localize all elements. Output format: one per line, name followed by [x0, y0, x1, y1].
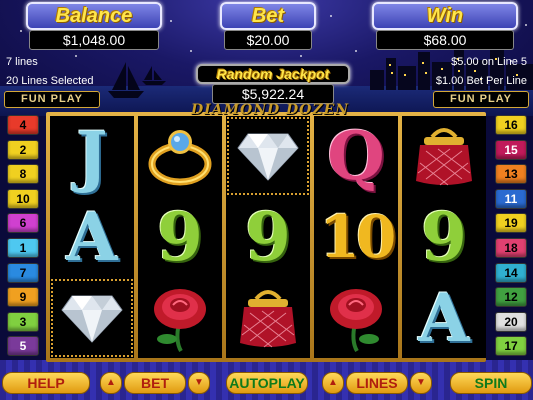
symbol-9: 9	[157, 198, 203, 276]
reel-3: 9	[226, 116, 310, 358]
fun-play-badge-right: FUN PLAY	[433, 91, 529, 108]
symbol-purse	[402, 116, 486, 196]
symbol-A: A	[418, 279, 470, 357]
line-button-11[interactable]: 11	[495, 188, 527, 209]
line-button-4[interactable]: 4	[7, 115, 39, 135]
balance-meter: Balance $1,048.00	[26, 2, 162, 50]
lines-down-button[interactable]: ▼	[410, 372, 432, 394]
control-bar: HELP ▲ BET ▼ AUTOPLAY ▲ LINES ▼ SPIN	[0, 370, 533, 400]
line-button-1[interactable]: 1	[7, 238, 39, 258]
autoplay-button[interactable]: AUTOPLAY	[226, 372, 308, 394]
jackpot-title: Random Jackpot	[196, 64, 350, 84]
line-button-9[interactable]: 9	[7, 287, 39, 308]
purse-icon	[416, 128, 472, 186]
symbol-A: A	[66, 198, 118, 276]
spin-button[interactable]: SPIN	[450, 372, 532, 394]
symbol-diamond	[50, 278, 134, 358]
line-button-10[interactable]: 10	[7, 188, 39, 209]
symbol-ring	[138, 116, 222, 196]
reel-2: 9	[138, 116, 222, 358]
line-button-14[interactable]: 14	[495, 262, 527, 283]
lines-won-text: 7 lines	[6, 56, 38, 68]
line-win-text: $5.00 on Line 5	[451, 56, 527, 68]
line-button-7[interactable]: 7	[7, 262, 39, 283]
triangle-up-icon: ▲	[328, 377, 338, 388]
balance-title: Balance	[26, 2, 162, 30]
symbol-rose	[314, 278, 398, 358]
ring-icon	[148, 130, 212, 186]
reel-4: Q 10	[314, 116, 398, 358]
bet-down-button[interactable]: ▼	[188, 372, 210, 394]
bet-per-line-text: $1.00 Bet Per Line	[435, 75, 527, 87]
rose-icon	[330, 289, 382, 353]
help-button[interactable]: HELP	[2, 372, 90, 394]
line-button-5[interactable]: 5	[7, 336, 39, 357]
symbol-Q: Q	[327, 117, 385, 195]
line-button-12[interactable]: 12	[495, 287, 527, 308]
symbol-J: J	[76, 117, 108, 195]
reel-5: 9 A	[402, 116, 486, 358]
bet-button[interactable]: BET	[124, 372, 186, 394]
win-value: $68.00	[376, 30, 514, 50]
line-button-19[interactable]: 19	[495, 213, 527, 234]
bet-up-button[interactable]: ▲	[100, 372, 122, 394]
fun-play-badge-left: FUN PLAY	[4, 91, 100, 108]
purse-icon	[240, 290, 296, 348]
rose-icon	[154, 289, 206, 353]
reel-1: J A	[50, 116, 134, 358]
jackpot-value: $5,922.24	[212, 84, 334, 104]
lines-button[interactable]: LINES	[346, 372, 408, 394]
bet-meter: Bet $20.00	[220, 2, 316, 50]
symbol-rose	[138, 278, 222, 358]
sailboat-icon	[108, 62, 166, 98]
diamond-icon	[61, 295, 123, 343]
line-button-20[interactable]: 20	[495, 311, 527, 332]
line-button-2[interactable]: 2	[7, 139, 39, 160]
symbol-purse	[226, 278, 310, 358]
win-meter: Win $68.00	[372, 2, 518, 50]
symbol-diamond	[226, 116, 310, 196]
line-button-8[interactable]: 8	[7, 164, 39, 185]
bet-title: Bet	[220, 2, 316, 30]
line-button-13[interactable]: 13	[495, 164, 527, 185]
line-button-16[interactable]: 16	[495, 115, 527, 135]
triangle-down-icon: ▼	[194, 377, 204, 388]
lines-selected-text: 20 Lines Selected	[6, 75, 94, 87]
line-button-3[interactable]: 3	[7, 311, 39, 332]
bet-value: $20.00	[224, 30, 312, 50]
line-button-18[interactable]: 18	[495, 238, 527, 258]
symbol-10: 10	[319, 203, 397, 271]
line-button-6[interactable]: 6	[7, 213, 39, 234]
symbol-9: 9	[245, 198, 291, 276]
line-button-15[interactable]: 15	[495, 139, 527, 160]
line-button-17[interactable]: 17	[495, 336, 527, 357]
win-title: Win	[372, 2, 518, 30]
triangle-down-icon: ▼	[416, 377, 426, 388]
lines-up-button[interactable]: ▲	[322, 372, 344, 394]
diamond-icon	[237, 133, 299, 181]
jackpot-meter: Random Jackpot $5,922.24	[196, 64, 350, 104]
balance-value: $1,048.00	[29, 30, 159, 50]
symbol-9: 9	[421, 198, 467, 276]
reel-frame: J A 9 9 Q 10 9 A	[46, 112, 486, 362]
game-title-logo: DIAMOND DOZEN	[190, 102, 350, 118]
triangle-up-icon: ▲	[106, 377, 116, 388]
